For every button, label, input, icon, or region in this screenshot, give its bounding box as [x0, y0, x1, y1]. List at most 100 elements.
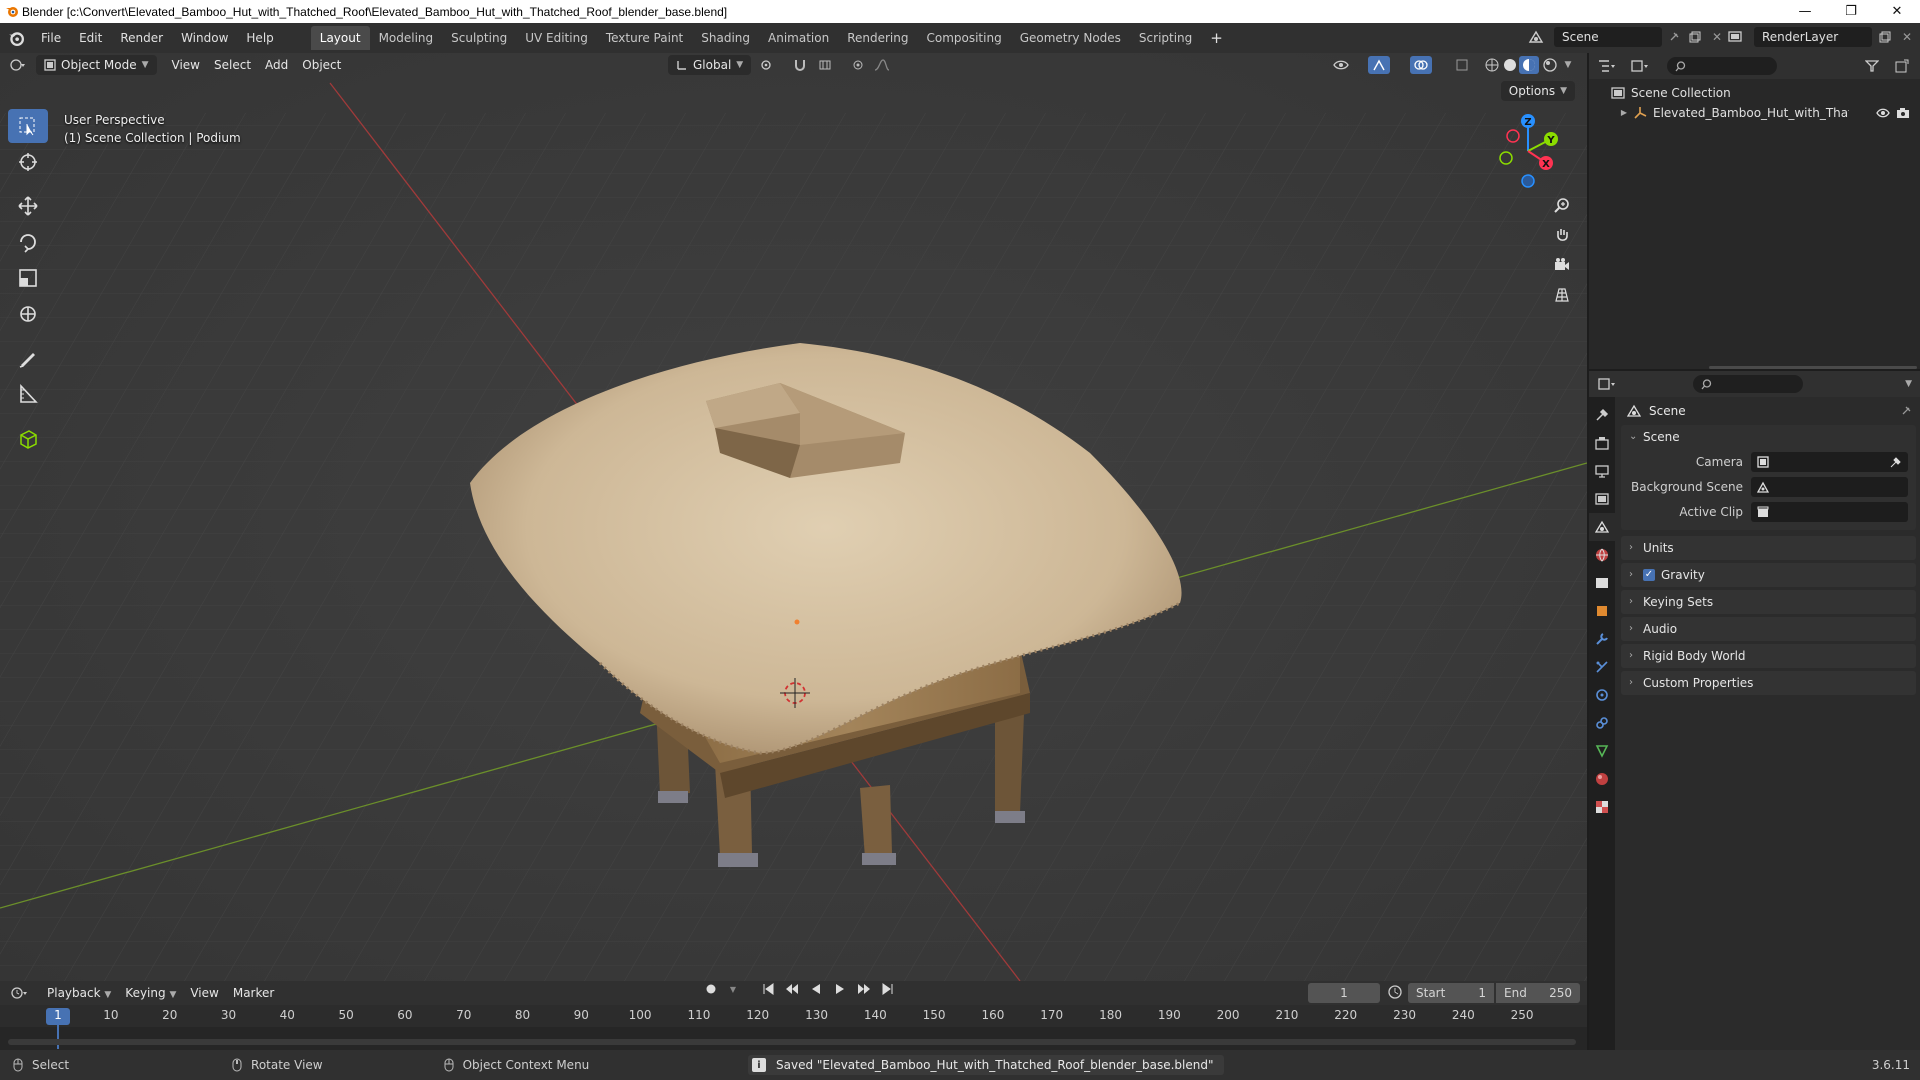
eyedropper-icon[interactable] [1890, 456, 1902, 468]
jump-to-start-icon[interactable] [758, 983, 778, 995]
new-scene-icon[interactable] [1686, 31, 1704, 43]
viewport-menu-add[interactable]: Add [258, 55, 295, 75]
material-preview-icon[interactable] [1518, 56, 1540, 74]
overlays-toggle-icon[interactable] [1406, 56, 1436, 74]
properties-editor-type-icon[interactable] [1589, 377, 1625, 391]
jump-to-end-icon[interactable] [878, 983, 898, 995]
tab-modeling[interactable]: Modeling [370, 26, 443, 50]
pin-icon[interactable] [1666, 31, 1682, 43]
custom-properties-panel-header[interactable]: › Custom Properties [1621, 671, 1916, 695]
texture-tab-icon[interactable] [1589, 793, 1615, 821]
properties-options-icon[interactable]: ▼ [1905, 379, 1912, 389]
new-view-layer-icon[interactable] [1876, 31, 1894, 43]
navigation-gizmo[interactable]: Z Y X [1488, 111, 1568, 191]
outliner-editor-type-icon[interactable] [1589, 59, 1625, 73]
tab-rendering[interactable]: Rendering [838, 26, 917, 50]
tab-scripting[interactable]: Scripting [1130, 26, 1201, 50]
outliner-row-scene-collection[interactable]: Scene Collection [1589, 83, 1920, 103]
outliner-row-object[interactable]: ▶ Elevated_Bamboo_Hut_with_Thatched_I [1589, 103, 1920, 123]
timeline-ruler[interactable]: 1 10 20 30 40 50 60 70 80 90 100 110 120 130 140 150 160… [0, 1005, 1587, 1050]
scene-panel-header[interactable]: ⌄ Scene [1621, 425, 1916, 449]
physics-tab-icon[interactable] [1589, 681, 1615, 709]
menu-file[interactable]: File [32, 27, 70, 49]
rigid-body-world-panel-header[interactable]: › Rigid Body World [1621, 644, 1916, 668]
data-tab-icon[interactable] [1589, 737, 1615, 765]
pan-hand-icon[interactable] [1548, 221, 1576, 249]
object-tab-icon[interactable] [1589, 597, 1615, 625]
move-tool[interactable] [8, 189, 48, 223]
snap-target-icon[interactable] [812, 58, 840, 72]
pin-icon[interactable] [1900, 405, 1912, 417]
mode-selector[interactable]: Object Mode ▼ [36, 55, 157, 75]
transform-tool[interactable] [8, 297, 48, 331]
camera-view-icon[interactable] [1548, 251, 1576, 279]
xray-toggle-icon[interactable] [1452, 59, 1472, 71]
blender-menu-icon[interactable] [0, 27, 32, 49]
timeline-editor-type-icon[interactable] [0, 986, 40, 1000]
timeline-menu-keying[interactable]: Keying ▼ [118, 983, 183, 1003]
gravity-panel-header[interactable]: › ✓ Gravity [1621, 563, 1916, 587]
particles-tab-icon[interactable] [1589, 653, 1615, 681]
zoom-icon[interactable] [1548, 191, 1576, 219]
add-cube-tool[interactable] [8, 421, 48, 455]
modifiers-wrench-icon[interactable] [1589, 625, 1615, 653]
world-tab-icon[interactable] [1589, 541, 1615, 569]
maximize-button[interactable]: ❐ [1828, 0, 1874, 23]
tab-shading[interactable]: Shading [692, 26, 759, 50]
properties-search-input[interactable] [1693, 375, 1803, 393]
delete-view-layer-icon[interactable]: ✕ [1898, 30, 1916, 44]
wireframe-shading-icon[interactable] [1482, 58, 1502, 72]
measure-tool[interactable] [8, 377, 48, 411]
chevron-down-icon[interactable]: ▼ [726, 985, 740, 994]
preview-range-icon[interactable] [1388, 985, 1402, 999]
gizmo-toggle-icon[interactable] [1364, 56, 1394, 74]
menu-edit[interactable]: Edit [70, 27, 111, 49]
tab-layout[interactable]: Layout [310, 26, 370, 50]
material-tab-icon[interactable] [1589, 765, 1615, 793]
units-panel-header[interactable]: › Units [1621, 536, 1916, 560]
viewport-menu-select[interactable]: Select [207, 55, 258, 75]
render-tab-icon[interactable] [1589, 429, 1615, 457]
timeline-menu-view[interactable]: View [183, 983, 225, 1003]
tab-animation[interactable]: Animation [759, 26, 838, 50]
outliner-search-input[interactable] [1667, 57, 1777, 75]
transform-orientation-selector[interactable]: Global ▼ [668, 55, 752, 75]
proportional-editing-icon[interactable] [848, 59, 868, 71]
solid-shading-icon[interactable] [1500, 58, 1520, 72]
viewport-menu-object[interactable]: Object [295, 55, 348, 75]
object-visibility-icon[interactable] [1326, 59, 1356, 71]
rotate-tool[interactable] [8, 225, 48, 259]
menu-help[interactable]: Help [237, 27, 282, 49]
collection-tab-icon[interactable] [1589, 569, 1615, 597]
minimize-button[interactable]: — [1782, 0, 1828, 23]
menu-window[interactable]: Window [172, 27, 237, 49]
outliner-scrollbar[interactable] [1709, 366, 1917, 369]
tool-tab-icon[interactable] [1589, 401, 1615, 429]
close-window-button[interactable]: ✕ [1874, 0, 1920, 23]
perspective-toggle-icon[interactable] [1548, 281, 1576, 309]
timeline-menu-marker[interactable]: Marker [226, 983, 281, 1003]
play-reverse-icon[interactable] [806, 983, 826, 995]
expand-arrow-icon[interactable]: ▶ [1617, 103, 1631, 123]
tab-uv-editing[interactable]: UV Editing [516, 26, 597, 50]
snap-magnet-icon[interactable] [788, 58, 812, 72]
visibility-eye-icon[interactable] [1876, 108, 1890, 118]
display-mode-icon[interactable] [1625, 59, 1655, 73]
auto-keying-icon[interactable] [700, 983, 722, 995]
tab-geometry-nodes[interactable]: Geometry Nodes [1011, 26, 1130, 50]
timeline-menu-playback[interactable]: Playback ▼ [40, 983, 118, 1003]
keying-sets-panel-header[interactable]: › Keying Sets [1621, 590, 1916, 614]
timeline-scrollbar[interactable] [8, 1039, 1576, 1045]
constraints-tab-icon[interactable] [1589, 709, 1615, 737]
options-button[interactable]: Options ▼ [1500, 81, 1575, 101]
tab-texture-paint[interactable]: Texture Paint [597, 26, 692, 50]
menu-render[interactable]: Render [111, 27, 172, 49]
pivot-point-icon[interactable] [752, 58, 782, 72]
background-scene-field[interactable] [1751, 476, 1908, 497]
view-layer-browse-icon[interactable] [1722, 27, 1750, 47]
shading-options-icon[interactable]: ▼ [1560, 60, 1576, 70]
output-tab-icon[interactable] [1589, 457, 1615, 485]
start-frame-field[interactable]: Start 1 [1408, 983, 1494, 1003]
3d-viewport[interactable]: Object Mode ▼ View Select Add Object Glo… [0, 53, 1587, 981]
scene-name-field[interactable]: Scene [1554, 27, 1662, 47]
